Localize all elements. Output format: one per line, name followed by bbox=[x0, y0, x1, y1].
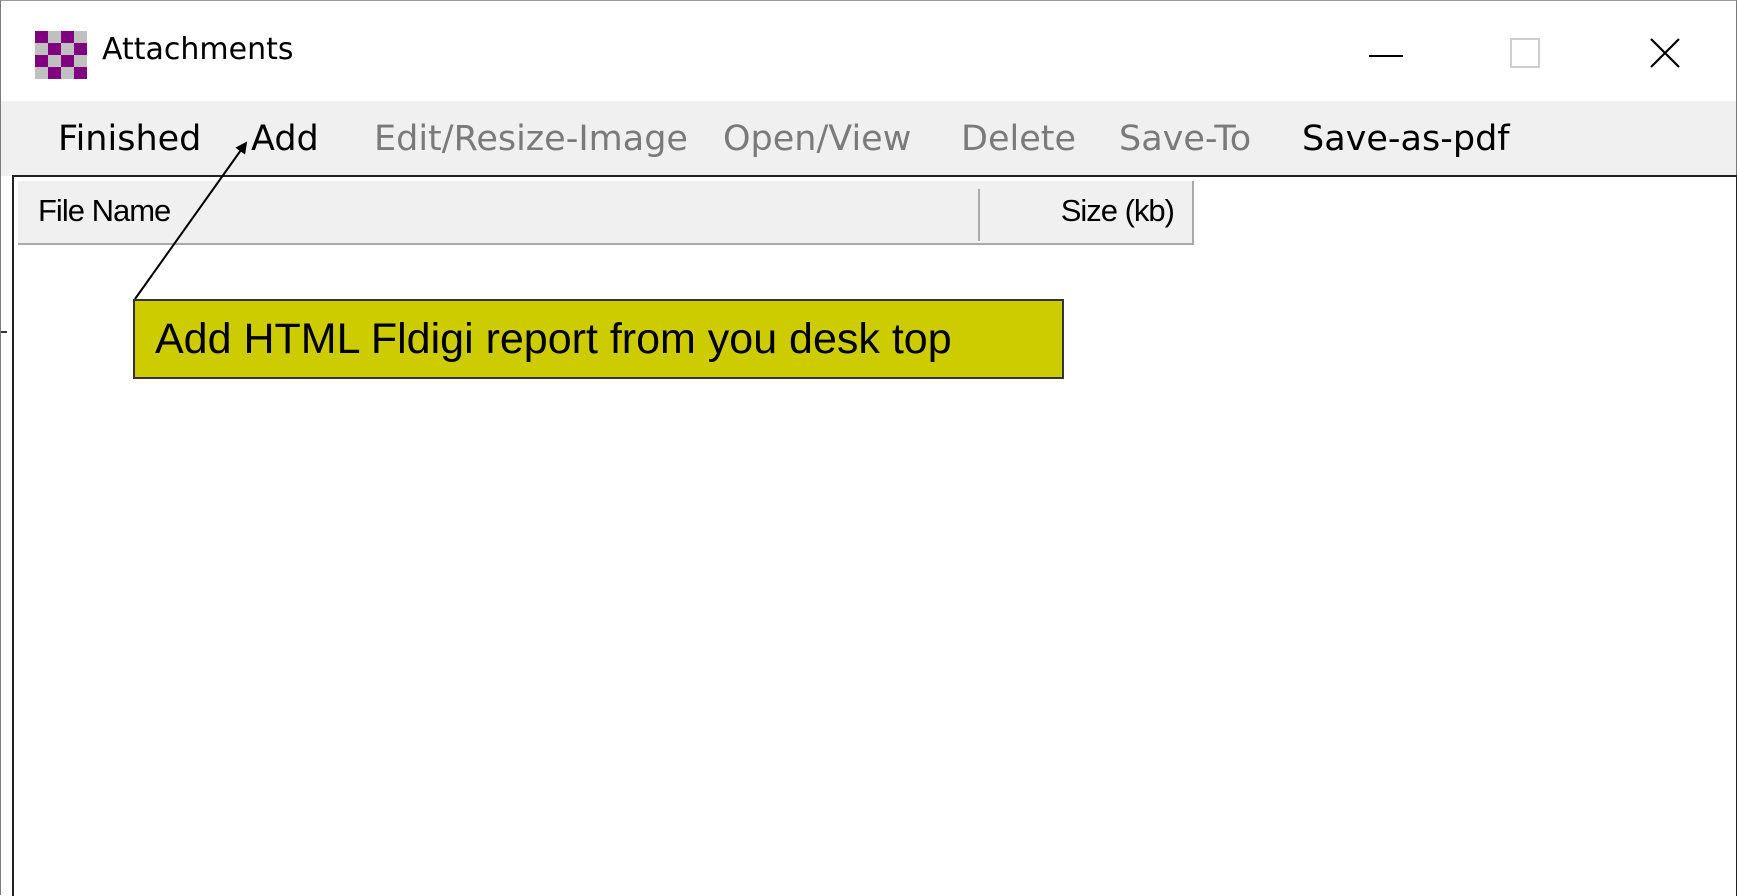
column-divider[interactable] bbox=[978, 189, 980, 241]
window-edge-mark bbox=[1, 331, 7, 333]
title-bar[interactable]: Attachments bbox=[1, 1, 1736, 101]
close-icon bbox=[1650, 38, 1680, 68]
menu-finished[interactable]: Finished bbox=[58, 118, 201, 160]
menu-save-to[interactable]: Save-To bbox=[1119, 118, 1251, 160]
callout-text: Add HTML Fldigi report from you desk top bbox=[155, 315, 952, 363]
menu-bar: Finished Add Edit/Resize-Image Open/View… bbox=[1, 101, 1736, 176]
maximize-button[interactable] bbox=[1470, 19, 1580, 89]
menu-save-as-pdf[interactable]: Save-as-pdf bbox=[1302, 118, 1510, 160]
list-header: File Name Size (kb) bbox=[18, 181, 1194, 245]
column-header-size[interactable]: Size (kb) bbox=[1061, 193, 1175, 229]
attachments-window: Attachments Finished Add Edit/Resize-Ima… bbox=[0, 0, 1737, 896]
annotation-callout: Add HTML Fldigi report from you desk top bbox=[133, 299, 1064, 379]
menu-add[interactable]: Add bbox=[251, 118, 319, 160]
checkerboard-app-icon bbox=[35, 31, 87, 79]
minimize-icon bbox=[1369, 55, 1403, 57]
menu-delete[interactable]: Delete bbox=[961, 118, 1076, 160]
column-header-file-name[interactable]: File Name bbox=[38, 193, 171, 229]
window-title: Attachments bbox=[102, 32, 294, 67]
attachments-list[interactable]: File Name Size (kb) bbox=[12, 175, 1737, 896]
minimize-button[interactable] bbox=[1331, 19, 1441, 89]
maximize-icon bbox=[1510, 38, 1540, 68]
menu-edit-resize-image[interactable]: Edit/Resize-Image bbox=[374, 118, 688, 160]
menu-open-view[interactable]: Open/View bbox=[723, 118, 911, 160]
close-button[interactable] bbox=[1611, 19, 1721, 89]
